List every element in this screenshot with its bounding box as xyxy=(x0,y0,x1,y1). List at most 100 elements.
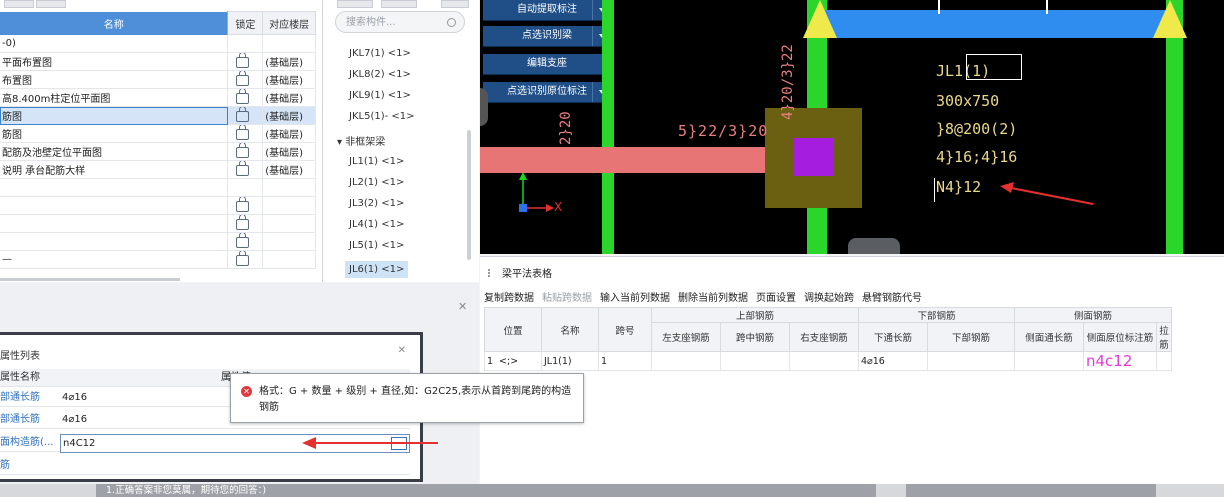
close-icon[interactable]: ✕ xyxy=(398,345,406,356)
collapse-handle[interactable] xyxy=(848,238,900,254)
drawing-name[interactable]: -0) xyxy=(0,34,229,53)
table-row[interactable]: — xyxy=(0,250,316,269)
toolbar-button[interactable] xyxy=(441,0,469,8)
col-lock[interactable]: 锁定 xyxy=(227,11,264,35)
lock-icon[interactable] xyxy=(236,196,250,212)
cantilever-code-button[interactable]: 悬臂钢筋代号 xyxy=(862,293,922,304)
component-item[interactable]: JL4(1) <1> xyxy=(349,216,404,233)
cell-span[interactable]: 1 xyxy=(598,351,652,371)
input-column-button[interactable]: 输入当前列数据 xyxy=(600,293,670,304)
copy-span-button[interactable]: 复制跨数据 xyxy=(484,293,534,304)
toolbar-button[interactable] xyxy=(4,0,34,8)
component-item[interactable]: JKL8(2) <1> xyxy=(349,66,411,83)
identify-beam-button[interactable]: 点选识别梁 xyxy=(483,26,611,47)
drawing-name[interactable]: 平面布置图 xyxy=(0,52,229,71)
component-item[interactable]: JL5(1) <1> xyxy=(349,237,404,254)
cell-left-support[interactable] xyxy=(651,351,721,371)
table-row[interactable] xyxy=(0,214,316,233)
component-item[interactable]: JL1(1) <1> xyxy=(349,153,404,170)
drawing-name[interactable]: 筋图 xyxy=(0,124,229,143)
identify-in-situ-annotation-button[interactable]: 点选识别原位标注 xyxy=(483,82,611,103)
page-setup-button[interactable]: 页面设置 xyxy=(756,293,796,304)
table-row[interactable]: 配筋及池壁定位平面图 (基础层) xyxy=(0,142,316,161)
vertical-scrollbar[interactable] xyxy=(467,130,471,260)
swap-start-span-button[interactable]: 调换起始跨 xyxy=(804,293,854,304)
cell-side-through[interactable] xyxy=(1014,351,1084,371)
cell-name[interactable]: JL1(1) xyxy=(541,351,599,371)
group-non-frame-beam[interactable]: ▾ 非框架梁 xyxy=(337,133,385,148)
horizontal-scrollbar[interactable] xyxy=(0,278,180,281)
component-item-selected[interactable]: JL6(1) <1> xyxy=(345,261,409,278)
col-floor[interactable]: 对应楼层 xyxy=(262,11,316,35)
component-item[interactable]: JKL7(1) <1> xyxy=(349,45,411,62)
drag-handle-icon[interactable] xyxy=(488,269,496,277)
collapse-handle[interactable] xyxy=(480,88,488,126)
lock-icon[interactable] xyxy=(236,124,250,140)
lock-icon[interactable] xyxy=(236,106,250,122)
table-row[interactable]: 筋图 (基础层) xyxy=(0,124,316,143)
drawing-name[interactable]: 布置图 xyxy=(0,70,229,89)
cell-position[interactable]: 1 <;> xyxy=(484,351,542,371)
lock-icon[interactable] xyxy=(236,250,250,266)
paste-span-button[interactable]: 粘贴跨数据 xyxy=(542,293,592,304)
cell-bottom-rebar[interactable] xyxy=(927,351,1015,371)
toolbar-button[interactable] xyxy=(337,0,373,8)
edit-support-button[interactable]: 编辑支座 xyxy=(483,54,611,75)
toolbar-button[interactable] xyxy=(381,0,417,8)
lock-cell[interactable] xyxy=(227,52,264,71)
auto-extract-annotation-button[interactable]: 自动提取标注 xyxy=(483,0,611,21)
cell-mid-span[interactable] xyxy=(720,351,790,371)
table-row[interactable]: 高8.400m柱定位平面图 (基础层) xyxy=(0,88,316,107)
lock-cell[interactable] xyxy=(227,70,264,89)
component-item[interactable]: JKL5(1)- <1> xyxy=(349,108,415,125)
answer-input[interactable]: 1.正确答案非您莫属，期待您的回答：) xyxy=(96,484,876,497)
cell-right-support[interactable] xyxy=(789,351,859,371)
lock-cell[interactable] xyxy=(227,214,264,233)
lock-cell[interactable] xyxy=(227,232,264,251)
lock-cell[interactable] xyxy=(227,124,264,143)
cell-bottom-through[interactable]: 4⌀16 xyxy=(858,351,928,371)
toolbar-button[interactable] xyxy=(36,0,66,8)
table-row[interactable] xyxy=(0,196,316,215)
drawing-name[interactable] xyxy=(0,232,229,251)
drawing-name[interactable] xyxy=(0,214,229,233)
table-row[interactable] xyxy=(0,178,316,197)
drawing-name[interactable]: 筋图 xyxy=(0,106,229,125)
component-item[interactable]: JL2(1) <1> xyxy=(349,174,404,191)
search-icon[interactable] xyxy=(447,18,456,27)
table-row[interactable] xyxy=(0,232,316,251)
table-row[interactable]: 布置图 (基础层) xyxy=(0,70,316,89)
lock-icon[interactable] xyxy=(236,214,250,230)
lock-icon[interactable] xyxy=(236,70,250,86)
lock-icon[interactable] xyxy=(236,142,250,158)
drawing-name[interactable]: 配筋及池壁定位平面图 xyxy=(0,142,229,161)
drawing-name[interactable] xyxy=(0,178,229,197)
lock-cell[interactable] xyxy=(227,106,264,125)
table-row[interactable]: 1 <;> JL1(1) 1 4⌀16 n4c12 xyxy=(484,351,1172,371)
lock-cell[interactable] xyxy=(227,178,264,197)
lock-cell[interactable] xyxy=(227,196,264,215)
table-row[interactable]: 平面布置图 (基础层) xyxy=(0,52,316,71)
lock-icon[interactable] xyxy=(236,52,250,68)
cell-side-in-situ[interactable]: n4c12 xyxy=(1083,351,1157,371)
component-item[interactable]: JL3(2) <1> xyxy=(349,195,404,212)
table-row[interactable]: 说明 承台配筋大样 (基础层) xyxy=(0,160,316,179)
component-item[interactable]: JKL9(1) <1> xyxy=(349,87,411,104)
lock-icon[interactable] xyxy=(236,232,250,248)
lock-cell[interactable] xyxy=(227,88,264,107)
drawing-name[interactable] xyxy=(0,196,229,215)
lock-cell[interactable] xyxy=(227,250,264,269)
delete-column-button[interactable]: 删除当前列数据 xyxy=(678,293,748,304)
table-row[interactable]: -0) xyxy=(0,34,316,53)
col-name[interactable]: 名称 xyxy=(0,11,229,35)
drawing-name[interactable]: 说明 承台配筋大样 xyxy=(0,160,229,179)
cell-tie[interactable] xyxy=(1156,351,1172,371)
drawing-name[interactable]: — xyxy=(0,250,229,269)
table-row[interactable]: 筋图 (基础层) xyxy=(0,106,316,125)
lock-cell[interactable] xyxy=(227,34,264,53)
drawing-name[interactable]: 高8.400m柱定位平面图 xyxy=(0,88,229,107)
lock-icon[interactable] xyxy=(236,160,250,176)
property-row[interactable]: 筋 xyxy=(0,457,410,475)
lock-icon[interactable] xyxy=(236,88,250,104)
lock-cell[interactable] xyxy=(227,160,264,179)
